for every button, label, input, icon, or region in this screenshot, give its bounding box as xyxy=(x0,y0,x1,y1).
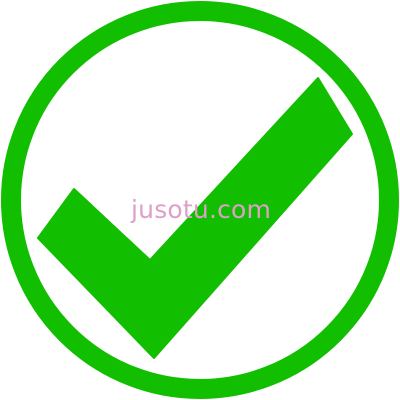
check-icon-canvas: jusotu.com xyxy=(0,0,400,400)
check-mark-icon xyxy=(37,77,353,359)
check-circle-icon xyxy=(1,1,399,399)
